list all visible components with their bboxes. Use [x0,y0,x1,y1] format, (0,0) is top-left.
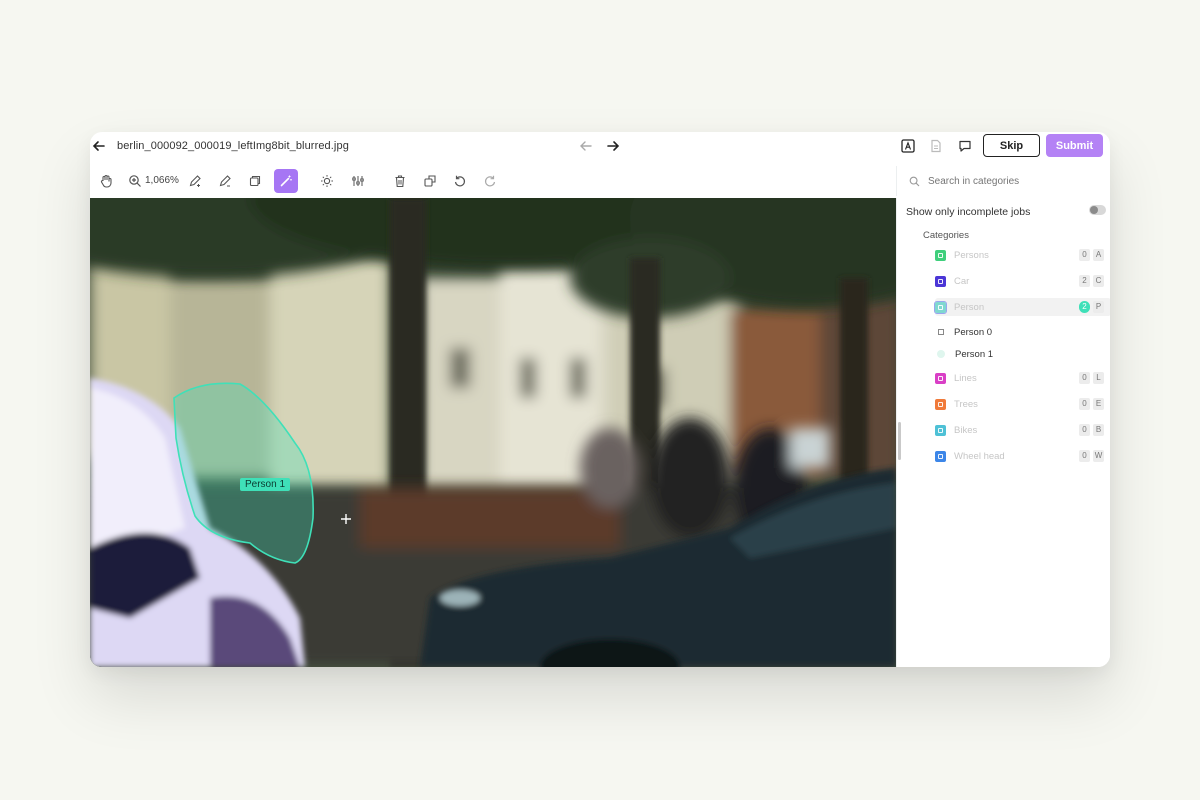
undo-icon[interactable] [448,169,472,193]
category-count: 0 [1079,249,1090,261]
adjustments-icon[interactable] [346,169,370,193]
instance-label: Person 0 [954,326,993,338]
font-a-icon[interactable] [900,138,916,154]
panel-resize-handle[interactable] [898,422,901,460]
category-shortcut: L [1093,372,1104,384]
category-count: 0 [1079,450,1090,462]
category-count: 2 [1079,275,1090,287]
redo-icon[interactable] [478,169,502,193]
search-input[interactable] [928,175,1098,187]
instance-dot-icon [937,350,945,358]
bring-to-front-icon[interactable] [418,169,442,193]
copy-layer-icon[interactable] [243,169,267,193]
instance-item[interactable]: Person 0 [935,323,1110,341]
category-label: Car [954,275,970,287]
category-color-swatch [935,275,946,287]
category-color-swatch [935,424,946,436]
skip-button[interactable]: Skip [983,134,1040,157]
incomplete-jobs-toggle[interactable] [1089,205,1106,215]
category-color-swatch [935,249,946,261]
comment-icon[interactable] [957,138,973,154]
zoom-icon[interactable] [123,169,147,193]
instance-square-icon [938,329,944,335]
pen-plus-icon[interactable] [183,169,207,193]
search-icon [909,176,920,187]
file-name: berlin_000092_000019_leftImg8bit_blurred… [117,140,349,152]
category-item[interactable]: Trees 0 E [935,395,1110,413]
hand-pan-icon[interactable] [94,169,118,193]
category-color-swatch [935,398,946,410]
category-item-selected[interactable]: Person 2 P [934,298,1110,316]
street-scene-image [90,198,896,667]
category-shortcut: W [1093,450,1104,462]
category-shortcut: A [1093,249,1104,261]
category-label: Persons [954,249,989,261]
next-image-icon[interactable] [604,138,622,154]
document-icon[interactable] [928,138,944,154]
instance-label: Person 1 [955,348,994,360]
zoom-level[interactable]: 1,066% [145,175,179,186]
category-item[interactable]: Car 2 C [935,272,1110,290]
category-label: Lines [954,372,977,384]
previous-image-icon[interactable] [577,138,595,154]
tool-bar: 1,066% [90,166,896,196]
annotation-label[interactable]: Person 1 [240,478,291,491]
category-shortcut: P [1093,301,1104,313]
category-count: 0 [1079,424,1090,436]
category-shortcut: B [1093,424,1104,436]
trash-icon[interactable] [388,169,412,193]
top-bar: berlin_000092_000019_leftImg8bit_blurred… [90,132,1110,162]
category-search [896,166,1110,196]
instance-item[interactable]: Person 1 [935,345,1110,363]
category-item[interactable]: Persons 0 A [935,246,1110,264]
categories-heading: Categories [923,230,969,241]
incomplete-jobs-label: Show only incomplete jobs [906,206,1031,218]
category-color-swatch [934,300,947,314]
brightness-icon[interactable] [315,169,339,193]
category-count: 0 [1079,398,1090,410]
category-shortcut: E [1093,398,1104,410]
category-shortcut: C [1093,275,1104,287]
category-label: Person [954,301,985,313]
category-count: 0 [1079,372,1090,384]
image-canvas[interactable]: Person 1 [90,198,896,667]
category-sidebar: Show only incomplete jobs Categories Per… [896,198,1110,667]
category-item[interactable]: Lines 0 L [935,369,1110,387]
category-item[interactable]: Bikes 0 B [935,421,1110,439]
category-label: Trees [954,398,978,410]
category-item[interactable]: Wheel head 0 W [935,447,1110,465]
magic-wand-icon[interactable] [274,169,298,193]
back-arrow-icon[interactable] [90,136,108,156]
category-color-swatch [935,450,946,462]
category-count: 2 [1079,301,1090,313]
submit-button[interactable]: Submit [1046,134,1103,157]
category-label: Wheel head [954,450,1005,462]
annotation-window: berlin_000092_000019_leftImg8bit_blurred… [90,132,1110,667]
category-label: Bikes [954,424,978,436]
category-color-swatch [935,372,946,384]
pen-minus-icon[interactable] [213,169,237,193]
